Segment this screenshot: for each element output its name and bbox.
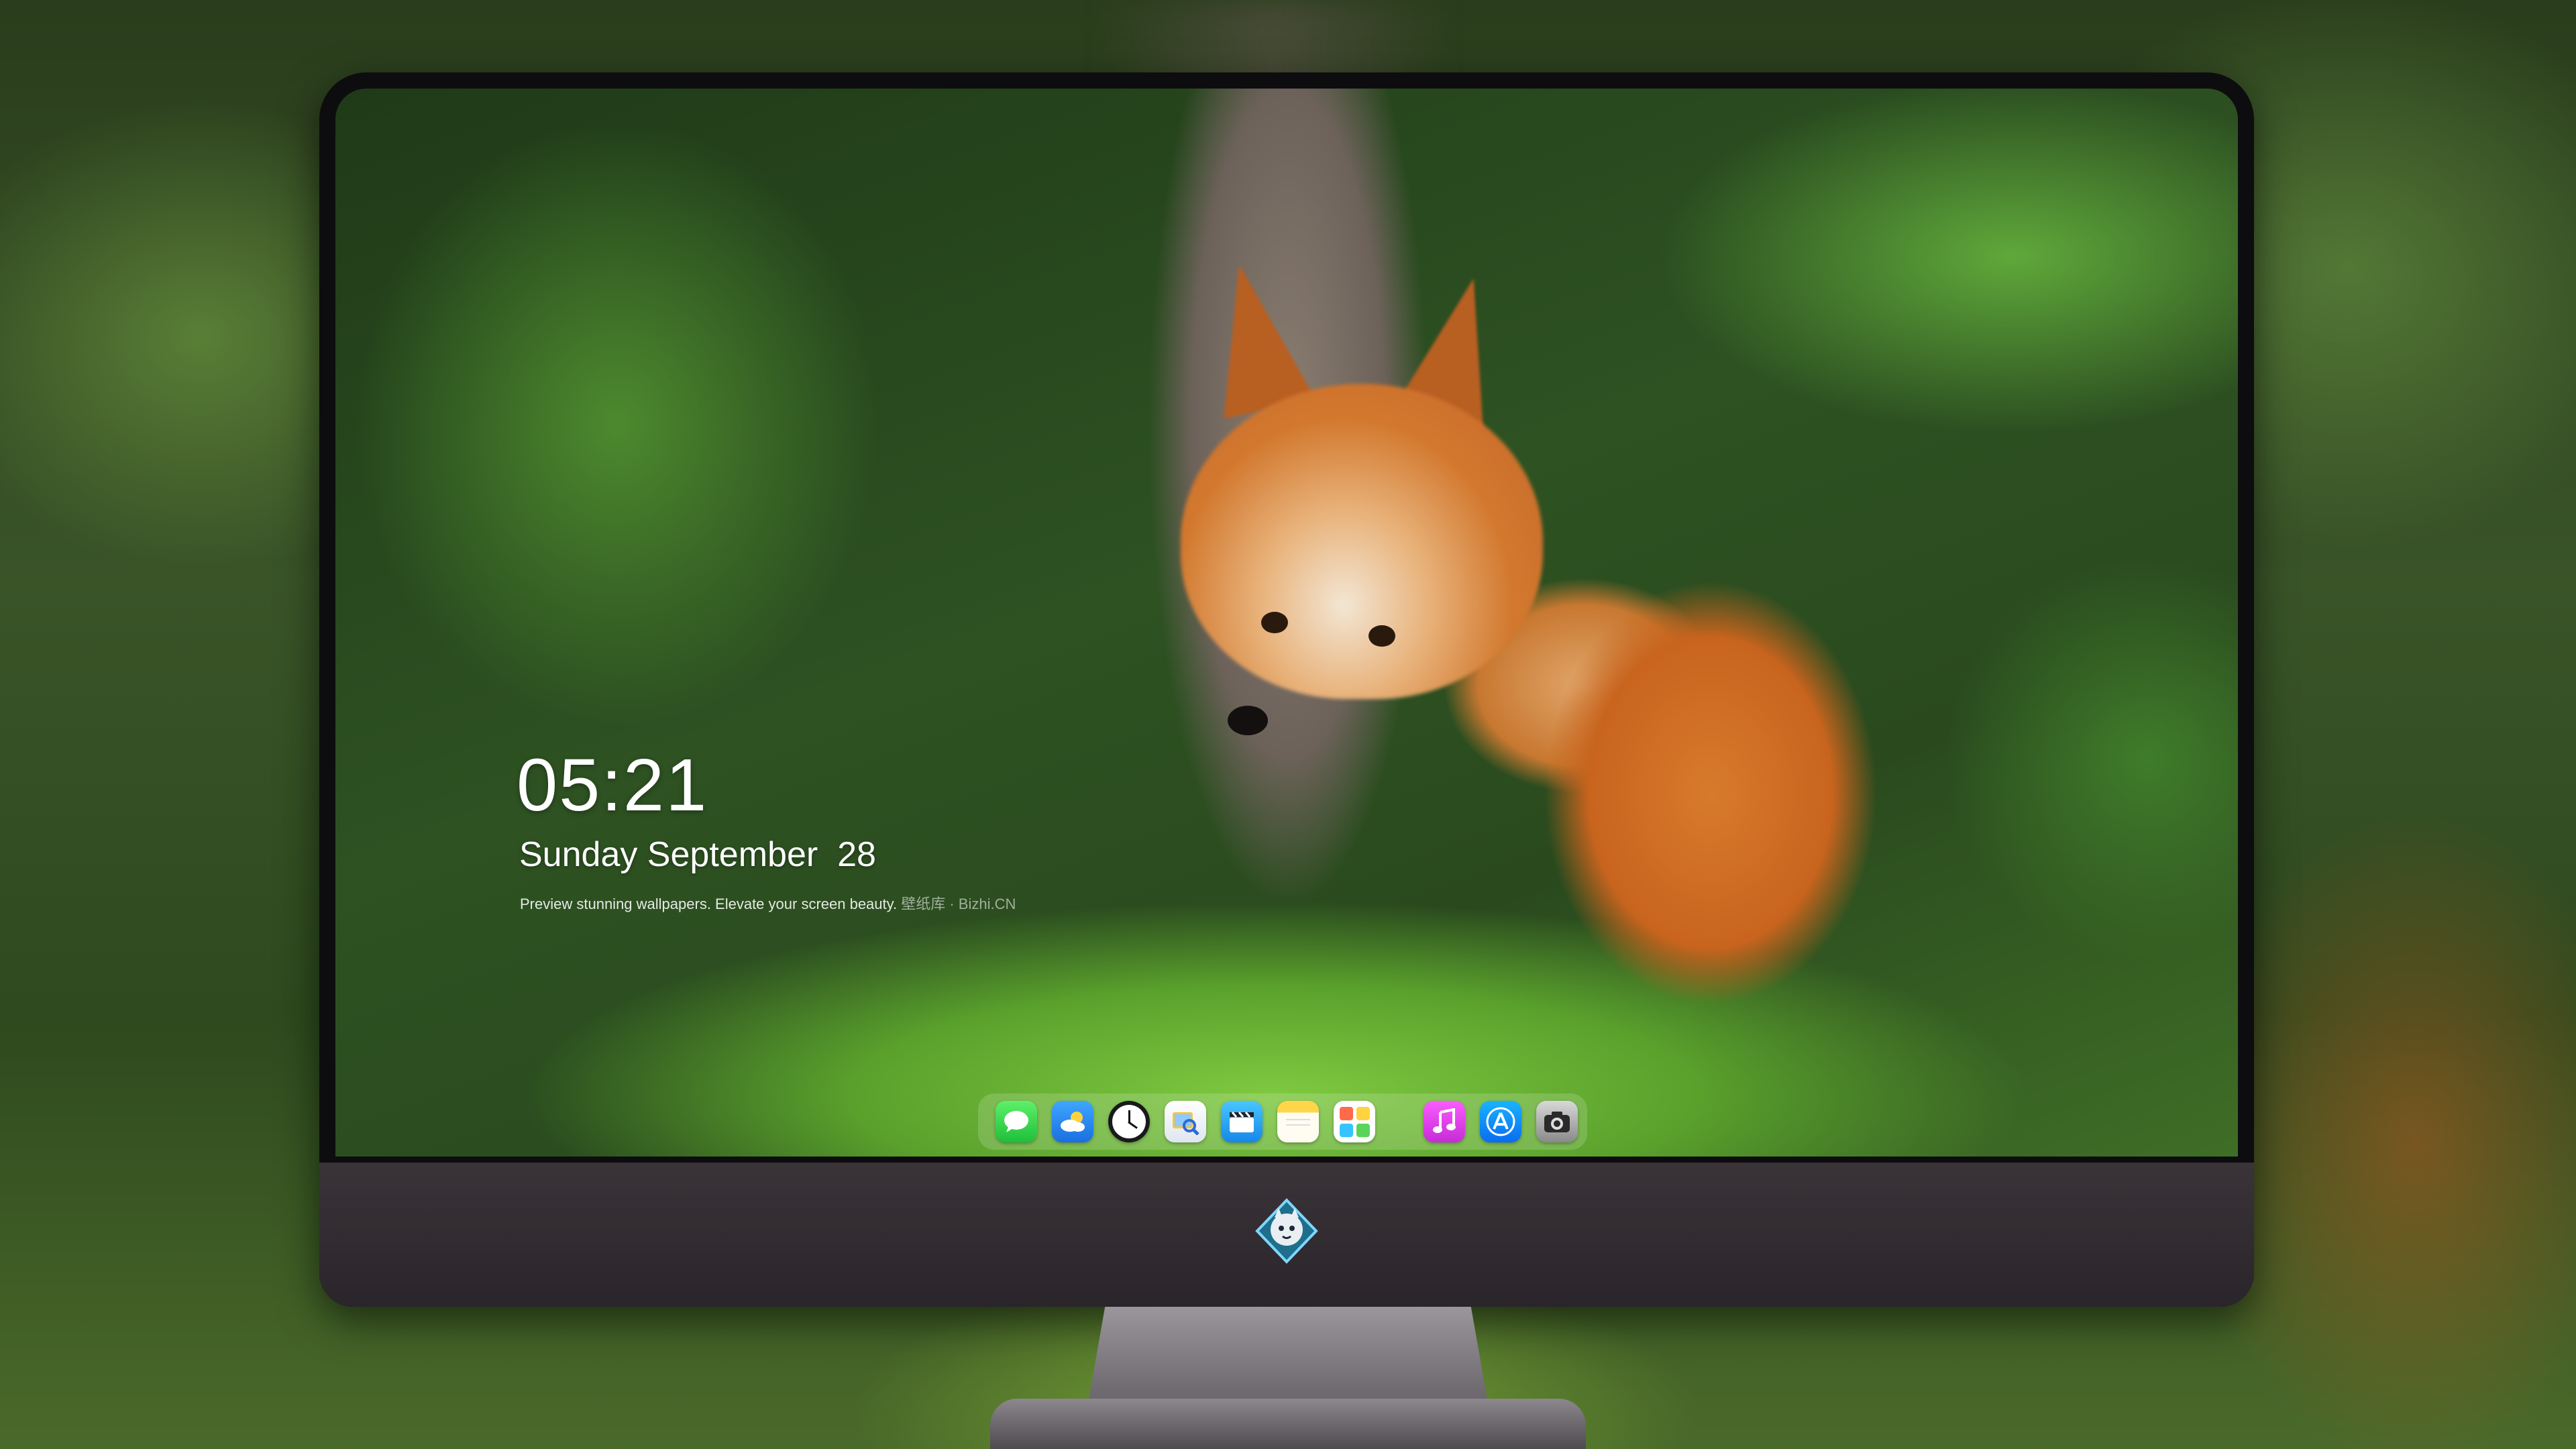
app-store-icon[interactable]: [1480, 1101, 1521, 1142]
weather-icon[interactable]: [1052, 1101, 1093, 1142]
lockscreen-tagline: Preview stunning wallpapers. Elevate you…: [520, 892, 1016, 914]
lock-screen[interactable]: 05:21 Sunday September 28 Preview stunni…: [335, 89, 2238, 1157]
photo-booth-icon[interactable]: [1334, 1101, 1375, 1142]
wallpaper-fox-eye-left: [1261, 612, 1288, 633]
wallpaper-fox-face: [1181, 384, 1543, 699]
messages-icon[interactable]: [996, 1101, 1037, 1142]
monitor: 05:21 Sunday September 28 Preview stunni…: [319, 72, 2254, 1307]
camera-icon[interactable]: [1536, 1101, 1578, 1142]
dock: [978, 1093, 1587, 1150]
preview-icon[interactable]: [1165, 1101, 1206, 1142]
monitor-chin: [319, 1163, 2254, 1307]
brand-logo-icon: [1253, 1197, 1320, 1265]
clock-icon[interactable]: [1108, 1101, 1150, 1142]
tagline-link[interactable]: 壁纸库 · Bizhi.CN: [901, 896, 1016, 912]
clips-icon[interactable]: [1221, 1101, 1263, 1142]
music-icon[interactable]: [1424, 1101, 1465, 1142]
monitor-stand-base: [990, 1399, 1586, 1449]
lockscreen-date: Sunday September 28: [519, 835, 876, 874]
wallpaper-fox-nose: [1228, 706, 1268, 735]
tagline-text: Preview stunning wallpapers. Elevate you…: [520, 896, 898, 912]
wallpaper-fox-eye-right: [1368, 625, 1395, 647]
notes-icon[interactable]: [1277, 1101, 1319, 1142]
lockscreen-time: 05:21: [517, 744, 708, 826]
